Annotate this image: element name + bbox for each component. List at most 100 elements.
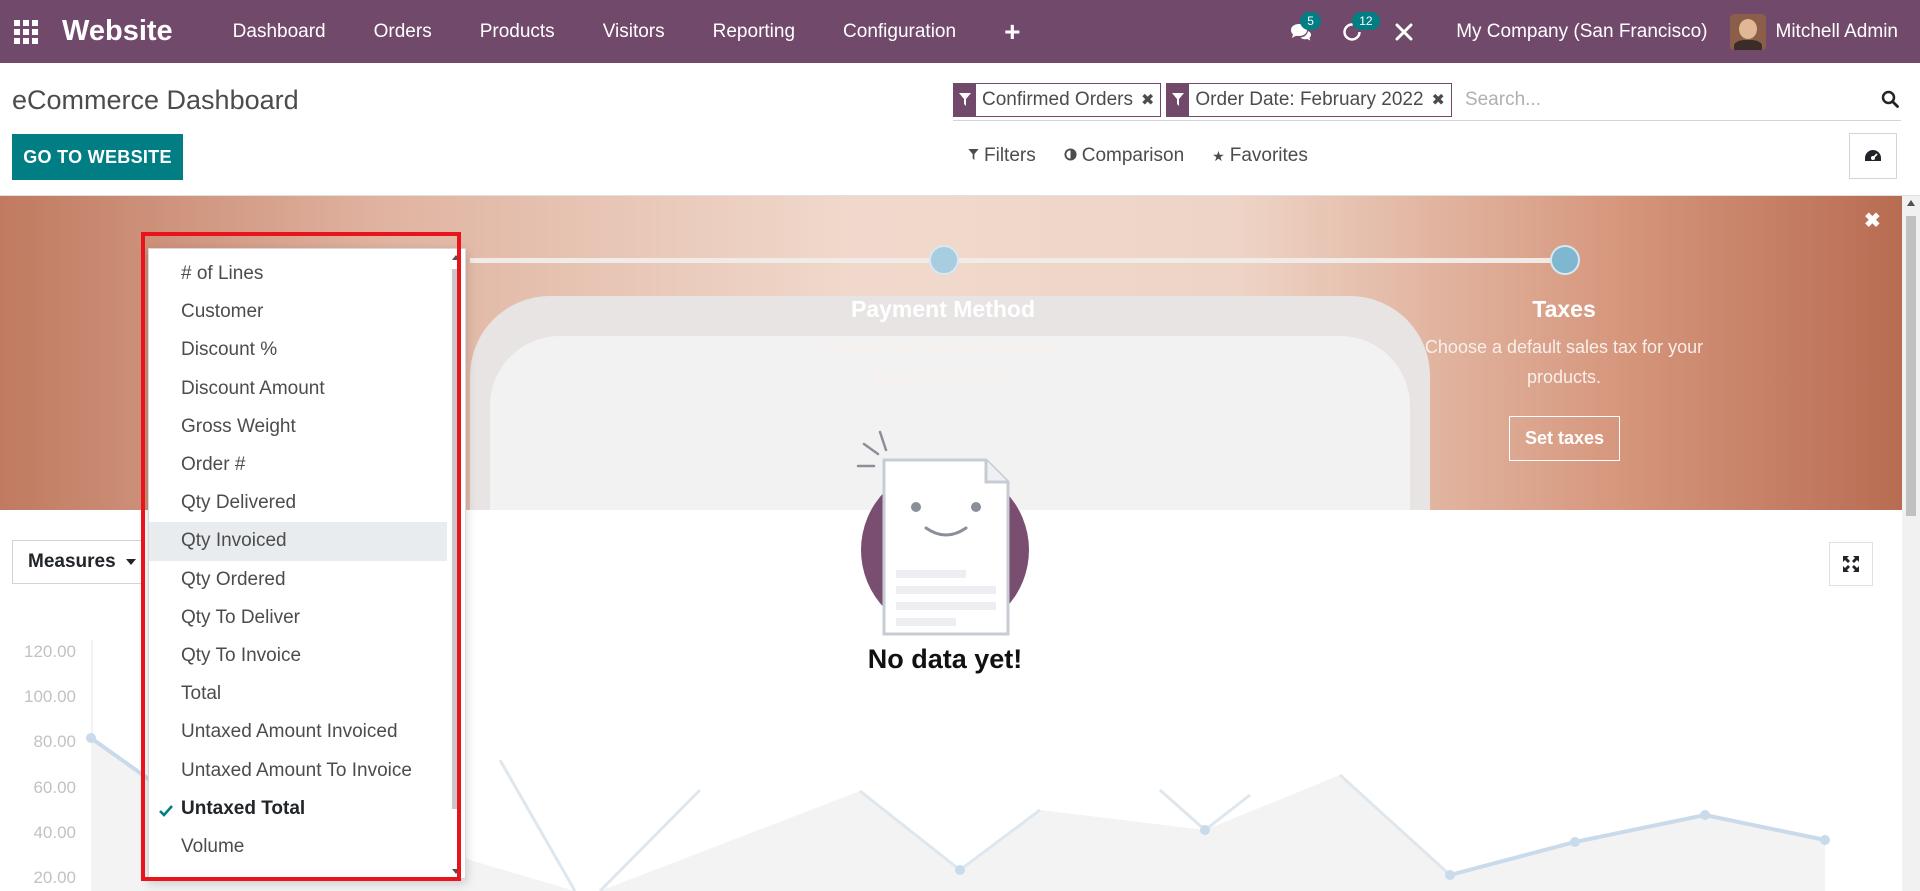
scroll-up-arrow[interactable] <box>452 255 460 260</box>
scroll-thumb[interactable] <box>1906 216 1916 516</box>
control-panel: eCommerce Dashboard GO TO WEBSITE Confir… <box>0 63 1920 196</box>
measure-label: Untaxed Amount Invoiced <box>181 721 398 743</box>
expand-icon <box>1843 556 1859 572</box>
measures-dropdown-button[interactable]: Measures <box>12 540 144 584</box>
scroll-down-arrow[interactable] <box>452 869 460 874</box>
onboarding-progress-line <box>470 258 1565 263</box>
filters-label: Filters <box>984 145 1036 166</box>
favorites-toggle[interactable]: ★ Favorites <box>1212 145 1308 167</box>
search-options: Filters Comparison ★ Favorites <box>968 145 1308 167</box>
search-facet: Confirmed Orders ✖ <box>953 83 1162 117</box>
dropdown-scrollbar[interactable] <box>447 249 465 878</box>
measure-label: Total <box>181 683 222 705</box>
measure-item[interactable]: Qty To Deliver <box>149 599 449 637</box>
expand-button[interactable] <box>1829 542 1873 586</box>
measure-item[interactable]: Volume <box>149 828 449 866</box>
y-tick-label: 120.00 <box>24 642 76 661</box>
measure-item[interactable]: Discount % <box>149 331 449 369</box>
tachometer-icon <box>1865 150 1881 161</box>
menu-dashboard[interactable]: Dashboard <box>209 0 350 63</box>
set-taxes-button[interactable]: Set taxes <box>1509 416 1620 461</box>
remove-facet-icon[interactable]: ✖ <box>1139 84 1160 116</box>
measure-item[interactable]: # of Lines <box>149 255 449 293</box>
measure-item[interactable]: Customer <box>149 293 449 331</box>
y-tick-label: 100.00 <box>24 687 76 706</box>
measure-label: Volume <box>181 835 245 857</box>
measure-label: Qty To Deliver <box>181 606 300 628</box>
no-data-title: No data yet! <box>867 644 1023 674</box>
menu-orders[interactable]: Orders <box>350 0 456 63</box>
measure-item[interactable]: Total <box>149 675 449 713</box>
measure-label: # of Lines <box>181 263 264 285</box>
close-banner-icon[interactable]: ✖ <box>1864 208 1881 233</box>
debug-tools-icon[interactable] <box>1378 0 1430 63</box>
company-switcher[interactable]: My Company (San Francisco) <box>1430 21 1729 43</box>
step-dot-taxes <box>1550 245 1580 275</box>
apps-menu-icon[interactable] <box>0 0 52 63</box>
caret-down-icon <box>125 559 136 565</box>
user-menu[interactable]: Mitchell Admin <box>1729 13 1920 50</box>
adjust-icon <box>1064 148 1077 164</box>
y-tick-label: 40.00 <box>33 823 76 842</box>
dashboard-view-button[interactable] <box>1849 133 1897 179</box>
scroll-thumb[interactable] <box>452 269 460 809</box>
filter-icon <box>1167 84 1190 116</box>
page-scrollbar[interactable] <box>1902 196 1920 891</box>
measure-item[interactable]: Order # <box>149 446 449 484</box>
y-tick-label: 60.00 <box>33 778 76 797</box>
measure-label: Untaxed Amount To Invoice <box>181 759 412 781</box>
measure-label: Qty Invoiced <box>181 530 287 552</box>
measure-item[interactable]: Qty Invoiced <box>149 522 449 561</box>
app-brand[interactable]: Website <box>62 15 173 48</box>
avatar <box>1729 13 1766 50</box>
search-input[interactable] <box>1456 89 1901 111</box>
add-menu-icon[interactable]: + <box>980 16 1044 48</box>
measure-item[interactable]: Qty Delivered <box>149 484 449 522</box>
activities-badge: 12 <box>1352 12 1380 30</box>
measure-item[interactable]: Qty Ordered <box>149 561 449 599</box>
measure-label: Qty Ordered <box>181 568 286 590</box>
search-icon[interactable] <box>1881 90 1899 114</box>
facet-label: Order Date: February 2022 <box>1195 89 1424 110</box>
measures-dropdown-menu: # of Lines Customer Discount % Discount Amo… <box>148 248 466 879</box>
activities-icon[interactable]: 12 <box>1326 0 1380 63</box>
scroll-up-arrow[interactable] <box>1907 200 1915 206</box>
y-tick-label: 20.00 <box>33 868 76 887</box>
messages-badge: 5 <box>1300 12 1321 30</box>
user-name: Mitchell Admin <box>1775 20 1899 42</box>
facet-label: Confirmed Orders <box>982 89 1133 110</box>
step-title-taxes[interactable]: Taxes <box>1414 296 1714 323</box>
star-icon: ★ <box>1212 147 1225 164</box>
menu-reporting[interactable]: Reporting <box>689 0 819 63</box>
no-data-illustration <box>856 430 1029 636</box>
y-tick-label: 80.00 <box>33 732 76 751</box>
measure-label: Customer <box>181 301 264 323</box>
messages-icon[interactable]: 5 <box>1274 0 1326 63</box>
menu-visitors[interactable]: Visitors <box>579 0 689 63</box>
menu-configuration[interactable]: Configuration <box>819 0 980 63</box>
measures-label: Measures <box>28 551 116 572</box>
step-title-payment[interactable]: Payment Method <box>793 296 1093 323</box>
measure-item[interactable]: Untaxed Amount Invoiced <box>149 713 449 751</box>
remove-facet-icon[interactable]: ✖ <box>1430 84 1451 116</box>
measure-item[interactable]: Gross Weight <box>149 408 449 446</box>
filters-toggle[interactable]: Filters <box>968 145 1036 167</box>
filter-icon <box>968 148 979 164</box>
measure-item[interactable]: Discount Amount <box>149 370 449 408</box>
measure-item[interactable]: Qty To Invoice <box>149 637 449 675</box>
go-to-website-button[interactable]: GO TO WEBSITE <box>12 134 183 180</box>
measure-label: Qty To Invoice <box>181 644 302 666</box>
measure-item[interactable]: Untaxed Amount To Invoice <box>149 751 449 789</box>
measure-label: Order # <box>181 454 246 476</box>
measures-list: # of Lines Customer Discount % Discount Amo… <box>149 249 465 866</box>
measure-item[interactable]: Untaxed Total <box>149 790 449 828</box>
step-desc-payment: Choose your default customer payment met… <box>822 337 1064 387</box>
comparison-toggle[interactable]: Comparison <box>1064 145 1184 167</box>
step-dot-payment <box>929 245 959 275</box>
checkmark-icon <box>159 801 173 823</box>
top-navbar: Website Dashboard Orders Products Visito… <box>0 0 1920 63</box>
measure-label: Discount Amount <box>181 377 325 399</box>
page-title: eCommerce Dashboard <box>12 85 299 115</box>
menu-products[interactable]: Products <box>456 0 579 63</box>
search-bar: Confirmed Orders ✖ Order Date: February … <box>953 80 1901 121</box>
